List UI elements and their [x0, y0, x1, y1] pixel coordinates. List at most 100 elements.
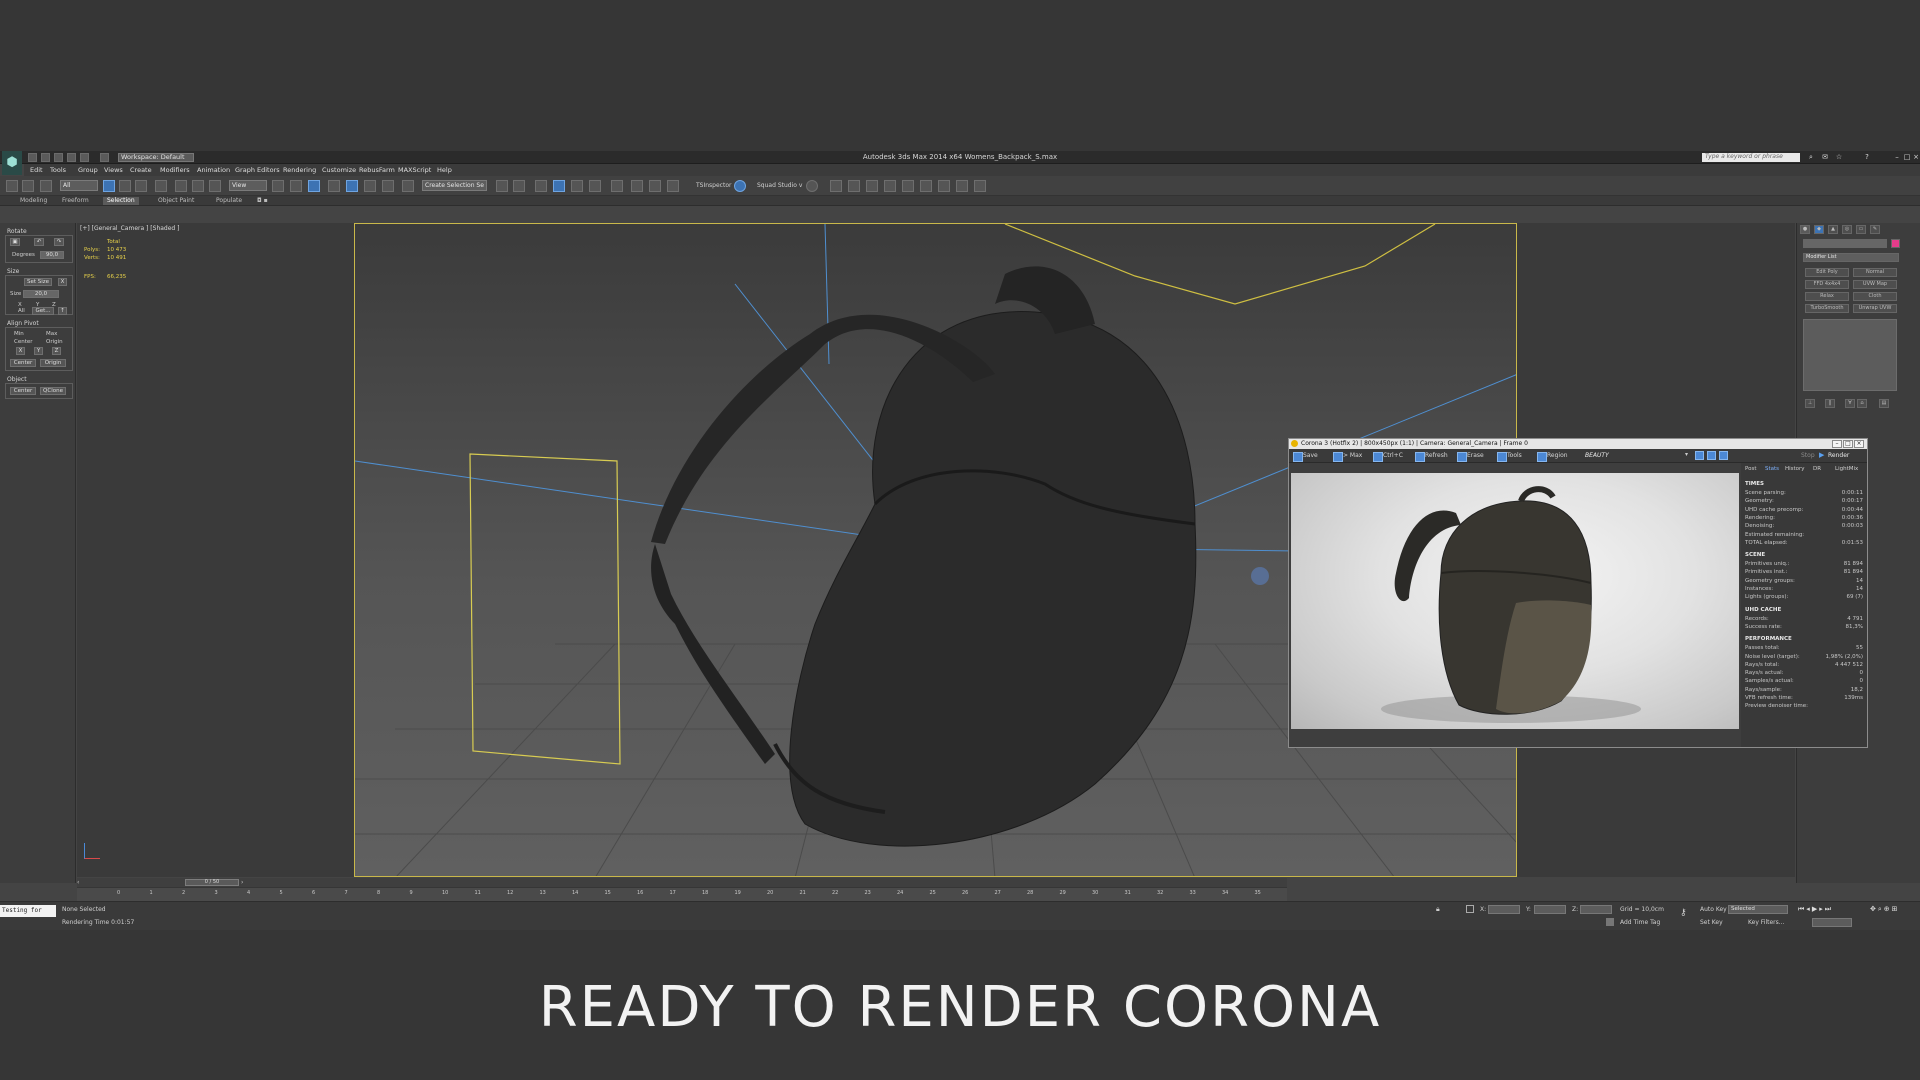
- rotate-icon[interactable]: [192, 180, 204, 192]
- set-key-button[interactable]: Set Key: [1700, 919, 1723, 926]
- pivot-origin-radio[interactable]: Origin: [46, 339, 63, 345]
- schematic-view-icon[interactable]: [589, 180, 601, 192]
- communication-icon[interactable]: ✉: [1820, 153, 1830, 162]
- modifier-normal-button[interactable]: Normal: [1853, 268, 1897, 277]
- select-object-icon[interactable]: [103, 180, 115, 192]
- vfb-channel-arrow-icon[interactable]: ▾: [1685, 451, 1688, 458]
- render-production-icon[interactable]: [667, 180, 679, 192]
- create-tab-icon[interactable]: ●: [1800, 225, 1810, 234]
- layer-manager-icon[interactable]: [535, 180, 547, 192]
- z-coord-input[interactable]: [1580, 905, 1612, 914]
- modifier-stack-list[interactable]: [1803, 319, 1897, 391]
- percent-snap-icon[interactable]: [364, 180, 376, 192]
- unlink-icon[interactable]: [22, 180, 34, 192]
- vfb-render-button[interactable]: Render: [1828, 452, 1849, 459]
- size-input[interactable]: 20,0: [23, 290, 59, 298]
- rotate-right-icon[interactable]: ↷: [54, 238, 64, 246]
- pivot-z-button[interactable]: Z: [52, 347, 61, 355]
- tab-freeform[interactable]: Freeform: [58, 197, 93, 205]
- rotate-cw-icon[interactable]: ▣: [10, 238, 20, 246]
- time-slider[interactable]: ‹ 0 / 50 ›: [77, 878, 1287, 887]
- minimize-icon[interactable]: –: [1892, 153, 1902, 162]
- tab-modeling[interactable]: Modeling: [16, 197, 51, 205]
- modifier-list-dropdown[interactable]: Modifier List: [1803, 253, 1899, 262]
- modifier-ffd-button[interactable]: FFD 4x4x4: [1805, 280, 1849, 289]
- tab-selection[interactable]: Selection: [103, 197, 139, 205]
- script-tool-4-icon[interactable]: [884, 180, 896, 192]
- y-coord-input[interactable]: [1534, 905, 1566, 914]
- select-manipulate-icon[interactable]: [290, 180, 302, 192]
- keyboard-shortcut-override-icon[interactable]: [308, 180, 320, 192]
- hierarchy-tab-icon[interactable]: ▲: [1828, 225, 1838, 234]
- vfb-to-max-button[interactable]: > Max: [1333, 452, 1362, 462]
- motion-tab-icon[interactable]: ◎: [1842, 225, 1852, 234]
- align-icon[interactable]: [513, 180, 525, 192]
- vfb-tab-stats[interactable]: Stats: [1765, 466, 1779, 472]
- rendered-frame-window-icon[interactable]: [649, 180, 661, 192]
- vfb-maximize-icon[interactable]: □: [1843, 440, 1853, 448]
- vfb-erase-button[interactable]: Erase: [1457, 452, 1484, 462]
- object-name-field[interactable]: [1803, 239, 1887, 248]
- search-input[interactable]: Type a keyword or phrase: [1702, 153, 1800, 162]
- vfb-copy-button[interactable]: Ctrl+C: [1373, 452, 1403, 462]
- modifier-relax-button[interactable]: Relax: [1805, 292, 1849, 301]
- pivot-center-button[interactable]: Center: [10, 359, 36, 367]
- vfb-render-icon[interactable]: ▶: [1819, 451, 1824, 459]
- maxscript-listener-input[interactable]: Testing for: [0, 905, 56, 917]
- key-mode-icon[interactable]: ⚷: [1680, 908, 1687, 918]
- qclone-button[interactable]: QClone: [40, 387, 66, 395]
- menu-modifiers[interactable]: Modifiers: [160, 166, 190, 174]
- get-size-button[interactable]: Get...: [32, 307, 54, 315]
- close-icon[interactable]: ×: [1911, 153, 1920, 162]
- vfb-minimize-icon[interactable]: –: [1832, 440, 1842, 448]
- vfb-zoom-out-icon[interactable]: [1719, 451, 1728, 460]
- script-tool-7-icon[interactable]: [956, 180, 968, 192]
- modifier-turbosmooth-button[interactable]: TurboSmooth: [1805, 304, 1849, 313]
- rotate-left-icon[interactable]: ↶: [34, 238, 44, 246]
- menu-customize[interactable]: Customize: [322, 166, 356, 174]
- pivot-center-radio[interactable]: Center: [14, 339, 33, 345]
- vfb-save-button[interactable]: Save: [1293, 452, 1318, 462]
- menu-animation[interactable]: Animation: [197, 166, 230, 174]
- snaps-toggle-icon[interactable]: [328, 180, 340, 192]
- utilities-tab-icon[interactable]: ✎: [1870, 225, 1880, 234]
- set-size-button[interactable]: Set Size: [24, 278, 52, 286]
- auto-key-button[interactable]: Auto Key: [1700, 906, 1727, 913]
- pivot-origin-button[interactable]: Origin: [40, 359, 66, 367]
- display-tab-icon[interactable]: ▭: [1856, 225, 1866, 234]
- vfb-channel-dropdown[interactable]: BEAUTY: [1585, 452, 1693, 459]
- angle-snap-icon[interactable]: [346, 180, 358, 192]
- reference-coordinate-dropdown[interactable]: View: [229, 180, 267, 191]
- add-time-tag-icon[interactable]: [1606, 918, 1614, 926]
- bind-space-warp-icon[interactable]: [40, 180, 52, 192]
- vfb-refresh-button[interactable]: Refresh: [1415, 452, 1448, 462]
- menu-maxscript[interactable]: MAXScript: [398, 166, 431, 174]
- scale-icon[interactable]: [209, 180, 221, 192]
- render-setup-icon[interactable]: [631, 180, 643, 192]
- rectangular-selection-icon[interactable]: [135, 180, 147, 192]
- playback-controls[interactable]: ⏮◂▶▸⏭: [1798, 905, 1833, 914]
- x-coord-input[interactable]: [1488, 905, 1520, 914]
- key-filters-button[interactable]: Key Filters...: [1748, 919, 1785, 926]
- time-slider-next-icon[interactable]: ›: [241, 879, 243, 886]
- pivot-center-icon[interactable]: [272, 180, 284, 192]
- modifier-uvw-map-button[interactable]: UVW Map: [1853, 280, 1897, 289]
- script-tool-3-icon[interactable]: [866, 180, 878, 192]
- pivot-x-button[interactable]: X: [16, 347, 25, 355]
- move-icon[interactable]: [175, 180, 187, 192]
- script-tool-8-icon[interactable]: [974, 180, 986, 192]
- menu-help[interactable]: Help: [437, 166, 452, 174]
- rebus-icon[interactable]: [734, 180, 746, 192]
- app-logo-icon[interactable]: ⬢: [2, 151, 22, 175]
- modify-tab-icon[interactable]: ◆: [1814, 225, 1824, 234]
- current-frame-input[interactable]: [1812, 918, 1852, 927]
- vfb-tab-lightmix[interactable]: LightMix: [1835, 466, 1858, 472]
- menu-rendering[interactable]: Rendering: [283, 166, 316, 174]
- pivot-max-radio[interactable]: Max: [46, 331, 57, 337]
- menu-edit[interactable]: Edit: [30, 166, 43, 174]
- vfb-region-button[interactable]: Region: [1537, 452, 1568, 462]
- script-tool-6-icon[interactable]: [938, 180, 950, 192]
- vfb-stop-button[interactable]: Stop: [1801, 452, 1815, 459]
- viewport-nav-controls[interactable]: ✥⌕⊕⊞: [1870, 905, 1900, 914]
- script-tool-2-icon[interactable]: [848, 180, 860, 192]
